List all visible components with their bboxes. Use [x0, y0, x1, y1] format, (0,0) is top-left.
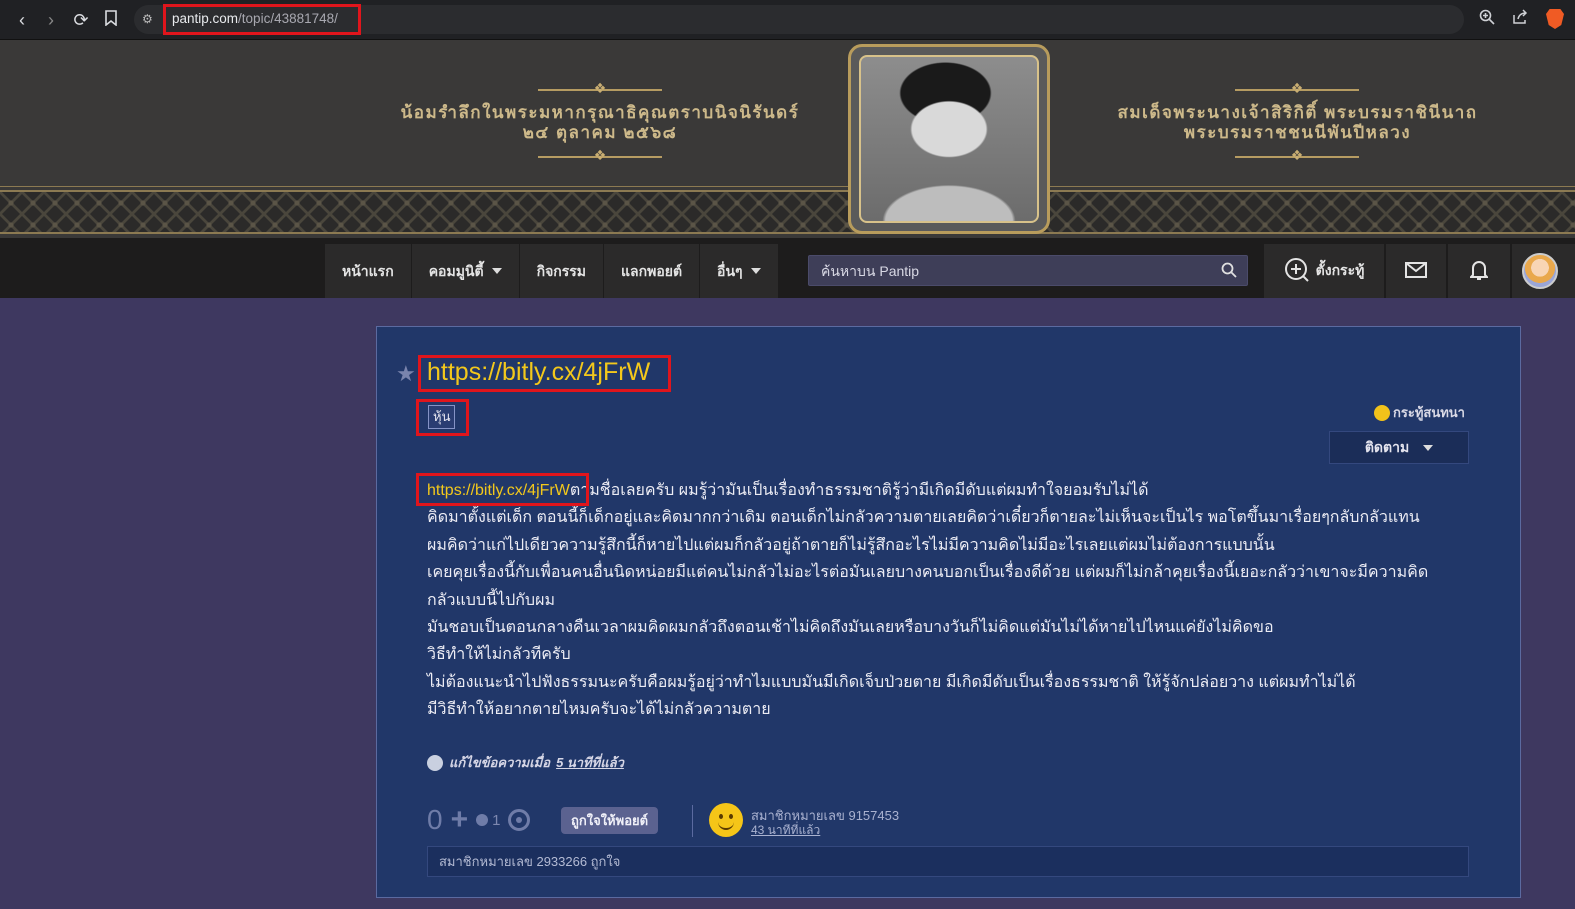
banner-caption-right: สมเด็จพระนางเจ้าสิริกิติ์ พระบรมราชินีนา…	[1117, 103, 1478, 142]
bell-icon	[1468, 259, 1490, 284]
forward-icon[interactable]: ›	[39, 8, 63, 32]
messages-button[interactable]	[1386, 244, 1446, 298]
search-box	[808, 255, 1248, 286]
divider	[692, 805, 693, 837]
browser-toolbar: ‹ › ⟳ ⚙ pantip.com/topic/43881748/	[0, 0, 1575, 40]
score: 0	[427, 804, 443, 835]
mail-icon	[1405, 261, 1427, 281]
url-highlight-box	[163, 4, 361, 35]
reload-icon[interactable]: ⟳	[69, 8, 93, 32]
edit-avatar-icon	[427, 754, 443, 771]
chevron-down-icon	[491, 268, 502, 274]
brave-shield-icon[interactable]	[1546, 9, 1564, 29]
avatar[interactable]	[1522, 253, 1558, 289]
main-menu: หน้าแรก คอมมูนิตี้ กิจกรรม แลกพอยต์ อื่น…	[325, 244, 779, 298]
vote-bar: 0 + 1	[427, 804, 531, 836]
plus-vote-icon[interactable]: +	[451, 805, 469, 835]
author-avatar[interactable]	[709, 803, 743, 837]
chat-emoji-icon	[1374, 404, 1390, 421]
emotion-icon	[476, 814, 489, 826]
back-icon[interactable]: ‹	[10, 8, 34, 32]
site-navbar: หน้าแรก คอมมูนิตี้ กิจกรรม แลกพอยต์ อื่น…	[0, 238, 1575, 298]
nav-community[interactable]: คอมมูนิตี้	[411, 244, 520, 298]
follow-button[interactable]: ติดตาม	[1329, 431, 1469, 464]
portrait-image	[859, 55, 1039, 223]
chevron-down-icon	[750, 268, 761, 274]
bookmark-icon[interactable]	[99, 8, 123, 32]
new-topic-button[interactable]: ตั้งกระทู้	[1264, 244, 1384, 298]
zoom-icon[interactable]	[1476, 9, 1498, 31]
edit-note: แก้ไขข้อความเมื่อ 5 นาทีที่แล้ว	[427, 752, 624, 773]
ornament-left-bottom	[538, 156, 662, 158]
ornament-right-bottom	[1235, 156, 1359, 158]
emotion-count[interactable]: 1	[476, 812, 500, 829]
site-settings-icon[interactable]: ⚙	[142, 9, 160, 29]
banner-pattern	[0, 190, 1575, 234]
target-icon[interactable]	[508, 809, 531, 831]
ornament-left-top	[538, 89, 662, 91]
chevron-down-icon	[1423, 444, 1434, 451]
likers-bar[interactable]: สมาชิกหมายเลข 2933266 ถูกใจ	[427, 846, 1469, 877]
memorial-banner: น้อมรำลึกในพระมหากรุณาธิคุณตราบนิจนิรันด…	[0, 40, 1575, 238]
banner-caption-left: น้อมรำลึกในพระมหากรุณาธิคุณตราบนิจนิรันด…	[400, 103, 800, 142]
search-icon[interactable]	[1221, 262, 1237, 283]
share-icon[interactable]	[1509, 9, 1531, 31]
plus-circle-icon	[1284, 257, 1310, 286]
star-icon[interactable]: ★	[396, 361, 416, 387]
like-point-button[interactable]: ถูกใจให้พอยต์	[561, 807, 659, 834]
title-highlight-box	[418, 355, 671, 392]
portrait-frame	[848, 44, 1050, 234]
search-input[interactable]	[809, 256, 1209, 285]
ornament-right-top	[1235, 89, 1359, 91]
notifications-button[interactable]	[1448, 244, 1510, 298]
post-time[interactable]: 43 นาทีที่แล้ว	[751, 821, 820, 840]
tag-highlight-box	[416, 399, 469, 436]
nav-home[interactable]: หน้าแรก	[325, 244, 412, 298]
nav-points[interactable]: แลกพอยต์	[604, 244, 701, 298]
nav-activities[interactable]: กิจกรรม	[519, 244, 605, 298]
nav-more[interactable]: อื่นๆ	[700, 244, 779, 298]
banner-line	[0, 186, 1575, 187]
topic-body: https://bitly.cx/4jFrWตามชื่อเลยครับ ผมร…	[427, 482, 1429, 719]
link-highlight-box	[416, 473, 589, 506]
topic-type: กระทู้สนทนา	[1374, 402, 1465, 423]
